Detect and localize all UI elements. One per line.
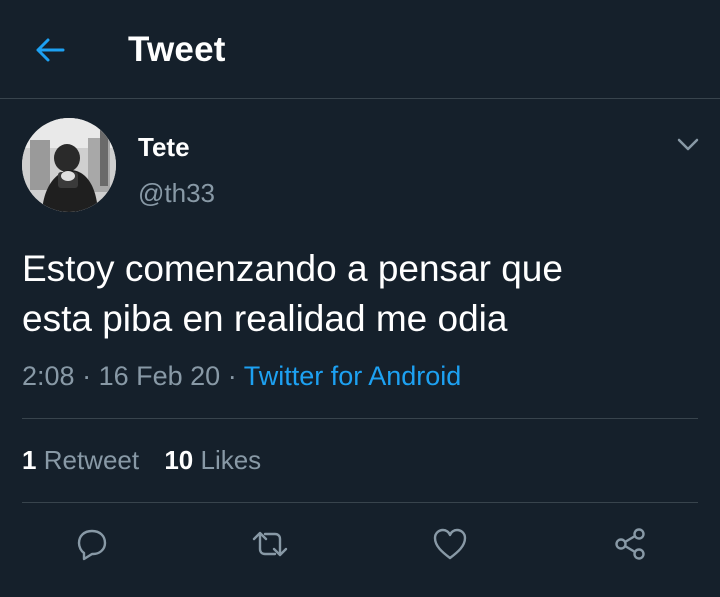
tweet-source-link[interactable]: Twitter for Android <box>244 361 462 391</box>
likes-label: Likes <box>200 445 262 475</box>
share-button[interactable] <box>608 522 652 566</box>
avatar[interactable] <box>22 118 116 212</box>
author-display-name[interactable]: Tete <box>138 132 190 163</box>
retweets-stat[interactable]: 1 Retweet <box>22 445 139 475</box>
reply-button[interactable] <box>70 522 114 566</box>
back-button[interactable] <box>30 32 70 68</box>
retweet-icon <box>252 531 288 557</box>
top-bar: Tweet <box>0 0 720 99</box>
divider <box>22 502 698 503</box>
meta-separator: · <box>227 361 237 391</box>
tweet-meta: 2:08 · 16 Feb 20 · Twitter for Android <box>22 361 461 392</box>
meta-separator: · <box>82 361 92 391</box>
tweet-date: 16 Feb 20 <box>98 361 221 391</box>
tweet-menu-button[interactable] <box>674 132 702 158</box>
like-icon <box>433 528 467 560</box>
author-handle[interactable]: @th33 <box>138 178 215 209</box>
retweets-label: Retweet <box>43 445 140 475</box>
reply-icon <box>77 529 107 561</box>
tweet-time: 2:08 <box>22 361 75 391</box>
share-icon <box>615 528 645 560</box>
likes-count: 10 <box>164 445 194 475</box>
tweet-text: Estoy comenzando a pensar que esta piba … <box>22 244 702 344</box>
tweet-text-line: Estoy comenzando a pensar que <box>22 248 563 289</box>
arrow-left-icon <box>36 38 65 62</box>
tweet-text-line: esta piba en realidad me odia <box>22 298 508 339</box>
engagement-stats: 1 Retweet 10 Likes <box>22 445 261 476</box>
divider <box>22 418 698 419</box>
like-button[interactable] <box>428 522 472 566</box>
likes-stat[interactable]: 10 Likes <box>164 445 261 475</box>
retweet-button[interactable] <box>248 522 292 566</box>
page-title: Tweet <box>128 30 226 69</box>
chevron-down-icon <box>677 138 699 151</box>
retweets-count: 1 <box>22 445 37 475</box>
